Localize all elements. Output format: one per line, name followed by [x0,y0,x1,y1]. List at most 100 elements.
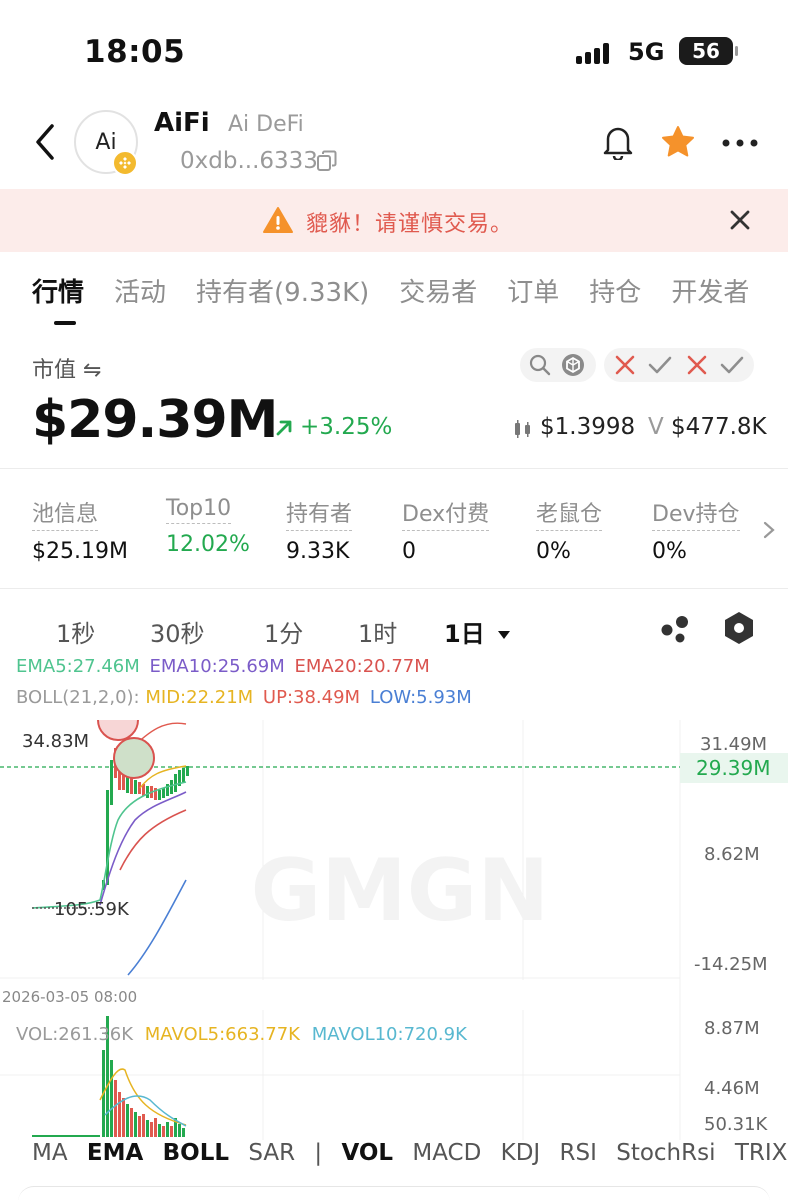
active-tab-indicator [54,321,76,325]
token-symbol: AiFi [154,108,210,138]
bottom-sheet-edge [18,1186,770,1200]
stat-label: 池信息 [32,496,99,531]
settings-hexagon-icon[interactable] [722,610,756,646]
indicator-boll[interactable]: BOLL [163,1140,229,1166]
battery-level: 56 [692,39,720,63]
indicator-trix[interactable]: TRIX [735,1140,788,1166]
audit-tools [520,348,596,382]
shield-scan-icon[interactable] [560,352,586,378]
tab-activity[interactable]: 活动 [114,272,166,309]
volume-bar [170,1126,173,1137]
boll-params: BOLL(21,2,0): [16,687,140,708]
stat-dex-paid[interactable]: Dex付费 0 [402,496,490,564]
interval-30s[interactable]: 30秒 [150,614,205,649]
network-label: 5G [628,38,665,66]
status-time: 18:05 [84,34,186,70]
candle [130,778,133,794]
date-label: 2026-03-05 08:00 [2,988,137,1006]
more-icon[interactable] [720,138,760,148]
token-price: $1.3998 [540,414,636,440]
tab-holders[interactable]: 持有者(9.33K) [196,272,369,309]
stat-value: 0% [536,539,571,564]
pass-check-icon [720,356,744,374]
ema5-value: EMA5:27.46M [16,656,140,677]
market-cap-label[interactable]: 市值 ⇋ [32,352,101,384]
candle [186,766,189,776]
fail-cross-icon [615,355,635,375]
tab-bar: 行情 活动 持有者(9.33K) 交易者 订单 持仓 开发者 [32,272,779,309]
indicator-ma[interactable]: MA [32,1140,68,1166]
scatter-dots-icon[interactable] [660,614,692,644]
market-cap-value: $29.39M [32,390,278,450]
interval-1m[interactable]: 1分 [264,614,303,649]
indicator-rsi[interactable]: RSI [560,1140,597,1166]
tab-positions[interactable]: 持仓 [589,272,641,309]
candle [174,774,177,792]
ema20-value: EMA20:20.77M [294,656,430,677]
vol-y-label: 4.46M [704,1078,760,1099]
bell-icon[interactable] [600,122,636,160]
candle [134,780,137,794]
candle [110,760,113,805]
caret-down-icon [498,631,511,639]
stat-value: 9.33K [286,539,350,564]
security-checks [604,348,754,382]
signal-icon [576,43,609,64]
volume-bar [182,1128,185,1137]
interval-1d[interactable]: 1日 [444,614,511,649]
indicator-vol[interactable]: VOL [341,1140,393,1166]
stat-label: Dev持仓 [652,496,740,531]
star-icon[interactable] [660,124,696,160]
close-icon[interactable] [728,208,752,232]
vol-legend: VOL:261.36K MAVOL5:663.77K MAVOL10:720.9… [16,1024,467,1045]
boll-low: LOW:5.93M [369,687,472,708]
stat-top10[interactable]: Top10 12.02% [166,496,250,557]
tab-traders[interactable]: 交易者 [399,272,477,309]
candle [170,780,173,794]
indicator-separator: | [314,1140,323,1166]
tab-market[interactable]: 行情 [32,272,84,309]
stat-pool-info[interactable]: 池信息 $25.19M [32,496,128,564]
indicator-macd[interactable]: MACD [412,1140,481,1166]
token-name: Ai DeFi [228,112,304,137]
indicator-ema[interactable]: EMA [87,1140,143,1166]
candle [146,786,149,798]
back-icon[interactable] [30,122,62,162]
token-address[interactable]: 0xdb...6333 [180,148,318,174]
price-chart[interactable]: GMGN 34.83M 105.59K 31.49M 29.39M 8.62M … [0,720,788,1140]
volume-bar [122,1098,125,1137]
volume-bar [118,1092,121,1137]
current-price-label: 29.39M [696,756,771,780]
copy-icon[interactable] [316,150,338,172]
tab-orders[interactable]: 订单 [507,272,559,309]
avatar-text: Ai [95,129,117,155]
stat-dev-holding[interactable]: Dev持仓 0% [652,496,740,564]
interval-1s[interactable]: 1秒 [56,614,95,649]
volume-bar [138,1116,141,1137]
high-label: 34.83M [22,731,89,752]
vol-y-label: 50.31K [704,1114,769,1135]
tab-developer[interactable]: 开发者 [671,272,749,309]
stat-insiders[interactable]: 老鼠仓 0% [536,496,603,564]
ema20-line [119,809,187,871]
y-axis-label: 31.49M [700,734,767,755]
boll-low-line [127,879,187,976]
candle [162,788,165,798]
chevron-right-icon[interactable] [762,520,776,540]
stat-value: 0% [652,539,687,564]
interval-1h[interactable]: 1时 [358,614,397,649]
indicator-stochrsi[interactable]: StochRsi [616,1140,715,1166]
arrow-up-right-icon [276,420,292,436]
y-axis-label: 8.62M [704,844,760,865]
divider [0,588,788,589]
stat-label: Dex付费 [402,496,490,531]
watermark: GMGN [251,841,550,941]
boll-mid: MID:22.21M [145,687,254,708]
indicator-kdj[interactable]: KDJ [501,1140,541,1166]
indicator-sar[interactable]: SAR [248,1140,295,1166]
volume-value: $477.8K [671,414,767,440]
search-icon[interactable] [528,353,552,377]
volume-bar [130,1108,133,1137]
candle-icon [515,420,530,438]
stat-holders[interactable]: 持有者 9.33K [286,496,353,564]
